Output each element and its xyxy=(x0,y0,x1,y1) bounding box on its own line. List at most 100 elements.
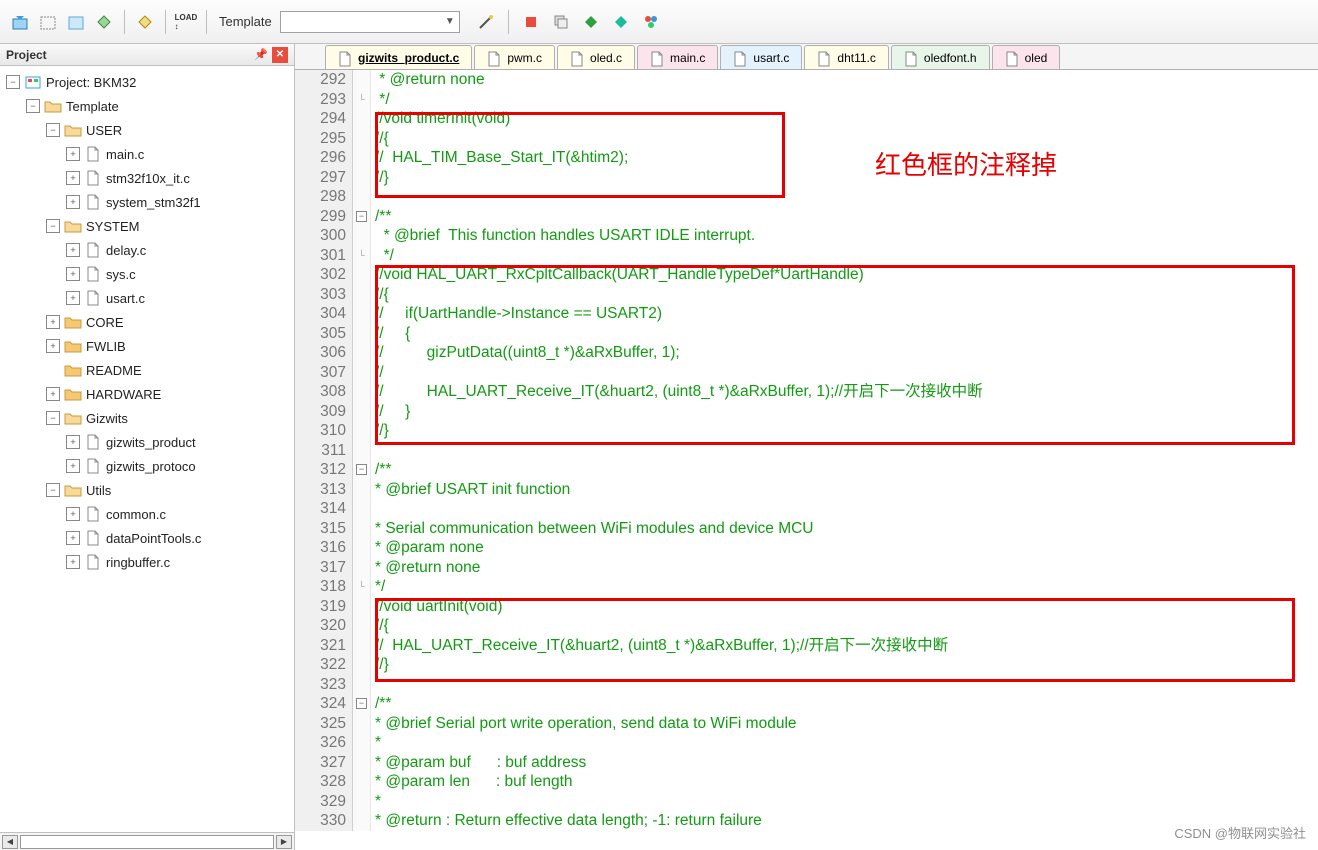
code-line xyxy=(375,499,1318,519)
expand-icon[interactable]: + xyxy=(66,291,80,305)
tree-node[interactable]: +main.c xyxy=(0,142,294,166)
expand-icon[interactable]: + xyxy=(46,339,60,353)
code-line: * @param len : buf length xyxy=(375,772,1318,792)
tree-node[interactable]: +gizwits_protoco xyxy=(0,454,294,478)
expand-icon[interactable]: + xyxy=(66,531,80,545)
project-tree[interactable]: −Project: BKM32−Template−USER+main.c+stm… xyxy=(0,66,294,832)
tab-label: oled xyxy=(1025,51,1048,65)
expand-icon[interactable]: + xyxy=(66,171,80,185)
tb-icon-2[interactable] xyxy=(36,10,60,34)
tree-node[interactable]: +usart.c xyxy=(0,286,294,310)
expand-icon[interactable]: − xyxy=(46,123,60,137)
tree-node[interactable]: −Template xyxy=(0,94,294,118)
expand-icon[interactable]: + xyxy=(66,435,80,449)
expand-icon[interactable]: + xyxy=(66,243,80,257)
expand-icon[interactable]: − xyxy=(46,483,60,497)
tb-icon-3[interactable] xyxy=(64,10,88,34)
folder-icon xyxy=(64,122,82,138)
tree-node[interactable]: −USER xyxy=(0,118,294,142)
fold-open-icon[interactable]: − xyxy=(356,464,367,475)
close-panel-button[interactable]: ✕ xyxy=(272,47,288,63)
editor-tab[interactable]: main.c xyxy=(637,45,718,69)
tree-node[interactable]: +dataPointTools.c xyxy=(0,526,294,550)
scroll-right-icon[interactable]: ▶ xyxy=(276,835,292,849)
tab-label: usart.c xyxy=(753,51,789,65)
tb-red-icon[interactable] xyxy=(519,10,543,34)
code-viewport[interactable]: 2922932942952962972982993003013023033043… xyxy=(295,70,1318,850)
editor-tab[interactable]: dht11.c xyxy=(804,45,888,69)
tree-label: SYSTEM xyxy=(86,219,139,234)
expand-icon[interactable]: − xyxy=(26,99,40,113)
code-line: // HAL_UART_Receive_IT(&huart2, (uint8_t… xyxy=(375,636,1318,656)
code-line: * xyxy=(375,733,1318,753)
tb-wand-icon[interactable] xyxy=(474,10,498,34)
tree-node[interactable]: + gizwits_product xyxy=(0,430,294,454)
tree-node[interactable]: +ringbuffer.c xyxy=(0,550,294,574)
tb-green-diamond-icon[interactable] xyxy=(579,10,603,34)
tb-icon-1[interactable] xyxy=(8,10,32,34)
tree-node[interactable]: +common.c xyxy=(0,502,294,526)
tree-node[interactable]: +HARDWARE xyxy=(0,382,294,406)
editor-tab[interactable]: oled.c xyxy=(557,45,635,69)
expand-icon[interactable]: + xyxy=(66,147,80,161)
tb-load-icon[interactable]: LOAD↕ xyxy=(174,10,198,34)
tb-icon-4[interactable] xyxy=(92,10,116,34)
pin-icon[interactable]: 📌 xyxy=(254,48,268,61)
fold-open-icon[interactable]: − xyxy=(356,211,367,222)
code-line: // HAL_TIM_Base_Start_IT(&htim2); xyxy=(375,148,1318,168)
file-icon xyxy=(84,290,102,306)
tree-node[interactable]: +stm32f10x_it.c xyxy=(0,166,294,190)
hscroll-bar[interactable]: ◀ ▶ xyxy=(0,832,294,850)
tree-node[interactable]: +system_stm32f1 xyxy=(0,190,294,214)
expand-icon[interactable]: − xyxy=(6,75,20,89)
tree-node[interactable]: +CORE xyxy=(0,310,294,334)
tb-copy-icon[interactable] xyxy=(549,10,573,34)
folder-icon xyxy=(64,218,82,234)
tree-node[interactable]: −Gizwits xyxy=(0,406,294,430)
code-line: //void timerInit(void) xyxy=(375,109,1318,129)
code-line: * @param none xyxy=(375,538,1318,558)
expand-icon[interactable]: + xyxy=(46,315,60,329)
expand-icon[interactable]: + xyxy=(66,195,80,209)
tree-node[interactable]: − SYSTEM xyxy=(0,214,294,238)
line-number: 325 xyxy=(295,714,346,734)
tb-icon-5[interactable] xyxy=(133,10,157,34)
tree-node[interactable]: +FWLIB xyxy=(0,334,294,358)
tb-multi-icon[interactable] xyxy=(639,10,663,34)
editor-tab[interactable]: pwm.c xyxy=(474,45,555,69)
code-line xyxy=(375,675,1318,695)
line-number: 292 xyxy=(295,70,346,90)
editor-tab[interactable]: oledfont.h xyxy=(891,45,990,69)
code-lines[interactable]: * @return none *///void timerInit(void)/… xyxy=(371,70,1318,831)
expand-icon[interactable]: + xyxy=(66,267,80,281)
tree-label: gizwits_product xyxy=(106,435,196,450)
tree-node[interactable]: +sys.c xyxy=(0,262,294,286)
editor-tab[interactable]: gizwits_product.c xyxy=(325,45,472,69)
template-dropdown[interactable]: ▼ xyxy=(280,11,460,33)
line-number: 304 xyxy=(295,304,346,324)
expand-icon[interactable]: − xyxy=(46,411,60,425)
expand-icon[interactable]: + xyxy=(46,387,60,401)
scroll-left-icon[interactable]: ◀ xyxy=(2,835,18,849)
watermark: CSDN @物联网实验社 xyxy=(1174,823,1306,842)
tb-teal-diamond-icon[interactable] xyxy=(609,10,633,34)
tree-node[interactable]: README xyxy=(0,358,294,382)
line-number: 323 xyxy=(295,675,346,695)
tree-node[interactable]: −Project: BKM32 xyxy=(0,70,294,94)
scroll-track[interactable] xyxy=(20,835,274,849)
expand-icon[interactable]: + xyxy=(66,459,80,473)
file-icon xyxy=(904,51,918,65)
code-line: //} xyxy=(375,655,1318,675)
expand-icon[interactable]: + xyxy=(66,507,80,521)
line-number: 303 xyxy=(295,285,346,305)
expand-icon[interactable]: + xyxy=(66,555,80,569)
editor-tab[interactable]: usart.c xyxy=(720,45,802,69)
code-line: //{ xyxy=(375,285,1318,305)
editor-tab[interactable]: oled xyxy=(992,45,1061,69)
line-number: 301 xyxy=(295,246,346,266)
expand-icon[interactable]: − xyxy=(46,219,60,233)
fold-open-icon[interactable]: − xyxy=(356,698,367,709)
fold-column[interactable]: └−└−└− xyxy=(353,70,371,831)
tree-node[interactable]: −Utils xyxy=(0,478,294,502)
tree-node[interactable]: +delay.c xyxy=(0,238,294,262)
